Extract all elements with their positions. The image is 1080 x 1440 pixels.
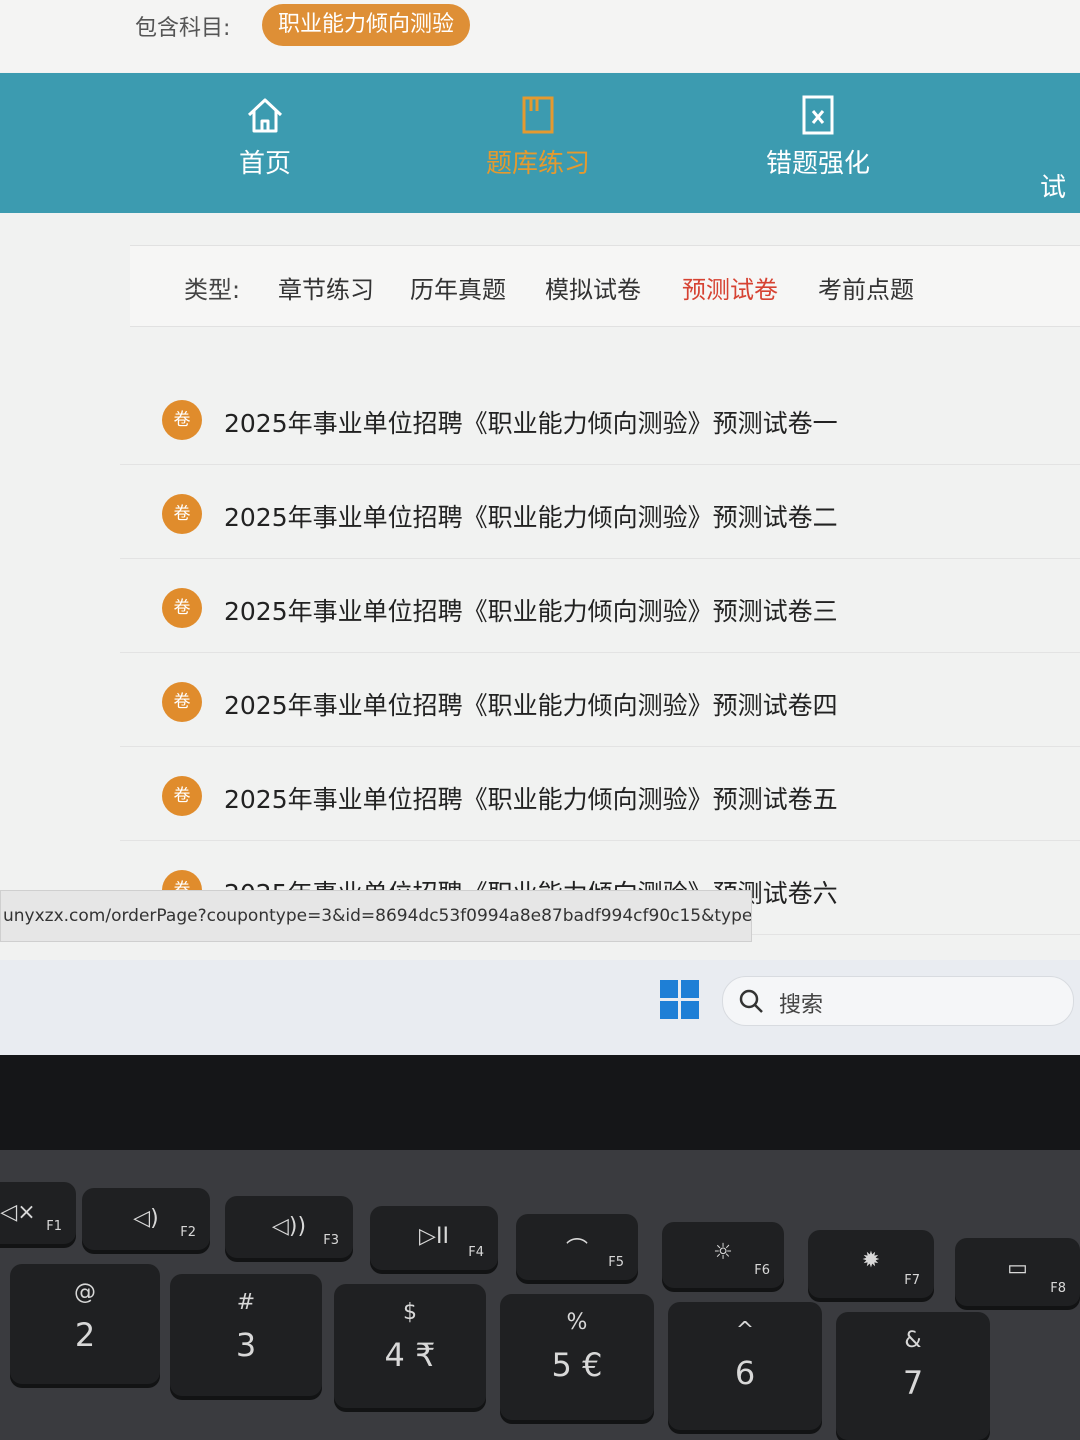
search-placeholder: 搜索 xyxy=(779,993,824,1018)
subject-label: 包含科目: xyxy=(135,16,231,41)
nav-label-practice: 题库练习 xyxy=(485,149,590,179)
filter-option-predict[interactable]: 预测试卷 xyxy=(682,270,778,305)
key-2[interactable]: @ 2 xyxy=(10,1264,160,1384)
key-7[interactable]: & 7 xyxy=(836,1312,990,1440)
paper-badge: 卷 xyxy=(162,494,202,534)
nav-item-practice[interactable]: 题库练习 xyxy=(463,93,613,180)
key-f3[interactable]: ◁)) F3 xyxy=(225,1196,353,1258)
paper-title[interactable]: 2025年事业单位招聘《职业能力倾向测验》预测试卷五 xyxy=(224,780,838,816)
taskbar-search-box[interactable]: 搜索 xyxy=(722,976,1074,1026)
nav-label-exam: 试 xyxy=(1040,173,1067,203)
key-f2[interactable]: ◁) F2 xyxy=(82,1188,210,1250)
status-url-tooltip: unyxzx.com/orderPage?coupontype=3&id=869… xyxy=(0,890,752,942)
taskbar: 搜索 xyxy=(0,960,1080,1055)
wrong-note-icon xyxy=(802,95,834,135)
book-icon xyxy=(522,96,554,134)
list-item[interactable]: 卷 2025年事业单位招聘《职业能力倾向测验》预测试卷三 xyxy=(120,558,1080,653)
key-f5[interactable]: ⌒ F5 xyxy=(516,1214,638,1280)
nav-item-wrong[interactable]: 错题强化 xyxy=(743,93,893,180)
key-f8[interactable]: ▭ F8 xyxy=(955,1238,1080,1306)
nav-item-home[interactable]: 首页 xyxy=(190,93,340,180)
filter-option-past-exams[interactable]: 历年真题 xyxy=(410,270,506,305)
nav-item-exam[interactable]: 试 xyxy=(1040,167,1080,204)
key-6[interactable]: ^ 6 xyxy=(668,1302,822,1430)
paper-badge: 卷 xyxy=(162,682,202,722)
filter-option-chapter[interactable]: 章节练习 xyxy=(278,270,374,305)
display-switch-icon: ▭ xyxy=(1007,1256,1028,1281)
subject-bar: 包含科目: 职业能力倾向测验 xyxy=(0,0,1080,72)
brightness-up-icon: ✹ xyxy=(861,1248,881,1273)
laptop-bezel xyxy=(0,1055,1080,1165)
key-f6[interactable]: ☼ F6 xyxy=(662,1222,784,1288)
key-f4[interactable]: ▷II F4 xyxy=(370,1206,498,1270)
key-f7[interactable]: ✹ F7 xyxy=(808,1230,934,1298)
key-4[interactable]: $ 4 ₹ xyxy=(334,1284,486,1408)
paper-title[interactable]: 2025年事业单位招聘《职业能力倾向测验》预测试卷三 xyxy=(224,592,838,628)
paper-badge: 卷 xyxy=(162,588,202,628)
paper-title[interactable]: 2025年事业单位招聘《职业能力倾向测验》预测试卷四 xyxy=(224,686,838,722)
windows-start-icon[interactable] xyxy=(660,980,700,1020)
nav-label-home: 首页 xyxy=(238,149,291,179)
brightness-down-icon: ☼ xyxy=(713,1240,733,1265)
paper-badge: 卷 xyxy=(162,776,202,816)
nav-label-wrong: 错题强化 xyxy=(765,149,870,179)
filter-option-final[interactable]: 考前点题 xyxy=(818,270,914,305)
mute-icon: ◁× xyxy=(0,1200,36,1225)
filter-label: 类型: xyxy=(184,276,241,304)
paper-badge: 卷 xyxy=(162,400,202,440)
subject-pill-button[interactable]: 职业能力倾向测验 xyxy=(262,4,471,46)
key-3[interactable]: # 3 xyxy=(170,1274,322,1396)
list-item[interactable]: 卷 2025年事业单位招聘《职业能力倾向测验》预测试卷一 xyxy=(120,370,1080,465)
paper-title[interactable]: 2025年事业单位招聘《职业能力倾向测验》预测试卷二 xyxy=(224,498,838,534)
filter-option-mock[interactable]: 模拟试卷 xyxy=(545,270,641,305)
paper-title[interactable]: 2025年事业单位招聘《职业能力倾向测验》预测试卷一 xyxy=(224,404,838,440)
laptop-screen: 包含科目: 职业能力倾向测验 首页 题库练习 错题强化 试 类型: 章节练习 历… xyxy=(0,0,1080,1055)
list-item[interactable]: 卷 2025年事业单位招聘《职业能力倾向测验》预测试卷五 xyxy=(120,746,1080,841)
key-5[interactable]: % 5 € xyxy=(500,1294,654,1420)
list-item[interactable]: 卷 2025年事业单位招聘《职业能力倾向测验》预测试卷二 xyxy=(120,464,1080,559)
list-item[interactable]: 卷 2025年事业单位招聘《职业能力倾向测验》预测试卷四 xyxy=(120,652,1080,747)
search-icon xyxy=(739,989,763,1013)
main-navbar: 首页 题库练习 错题强化 试 xyxy=(0,73,1080,213)
type-filter-bar: 类型: 章节练习 历年真题 模拟试卷 预测试卷 考前点题 xyxy=(130,245,1080,327)
home-icon xyxy=(247,98,283,133)
keyboard-deck: ◁× F1 ◁) F2 ◁)) F3 ▷II F4 ⌒ F5 ☼ F6 ✹ F7… xyxy=(0,1150,1080,1440)
key-f1[interactable]: ◁× F1 xyxy=(0,1182,76,1244)
